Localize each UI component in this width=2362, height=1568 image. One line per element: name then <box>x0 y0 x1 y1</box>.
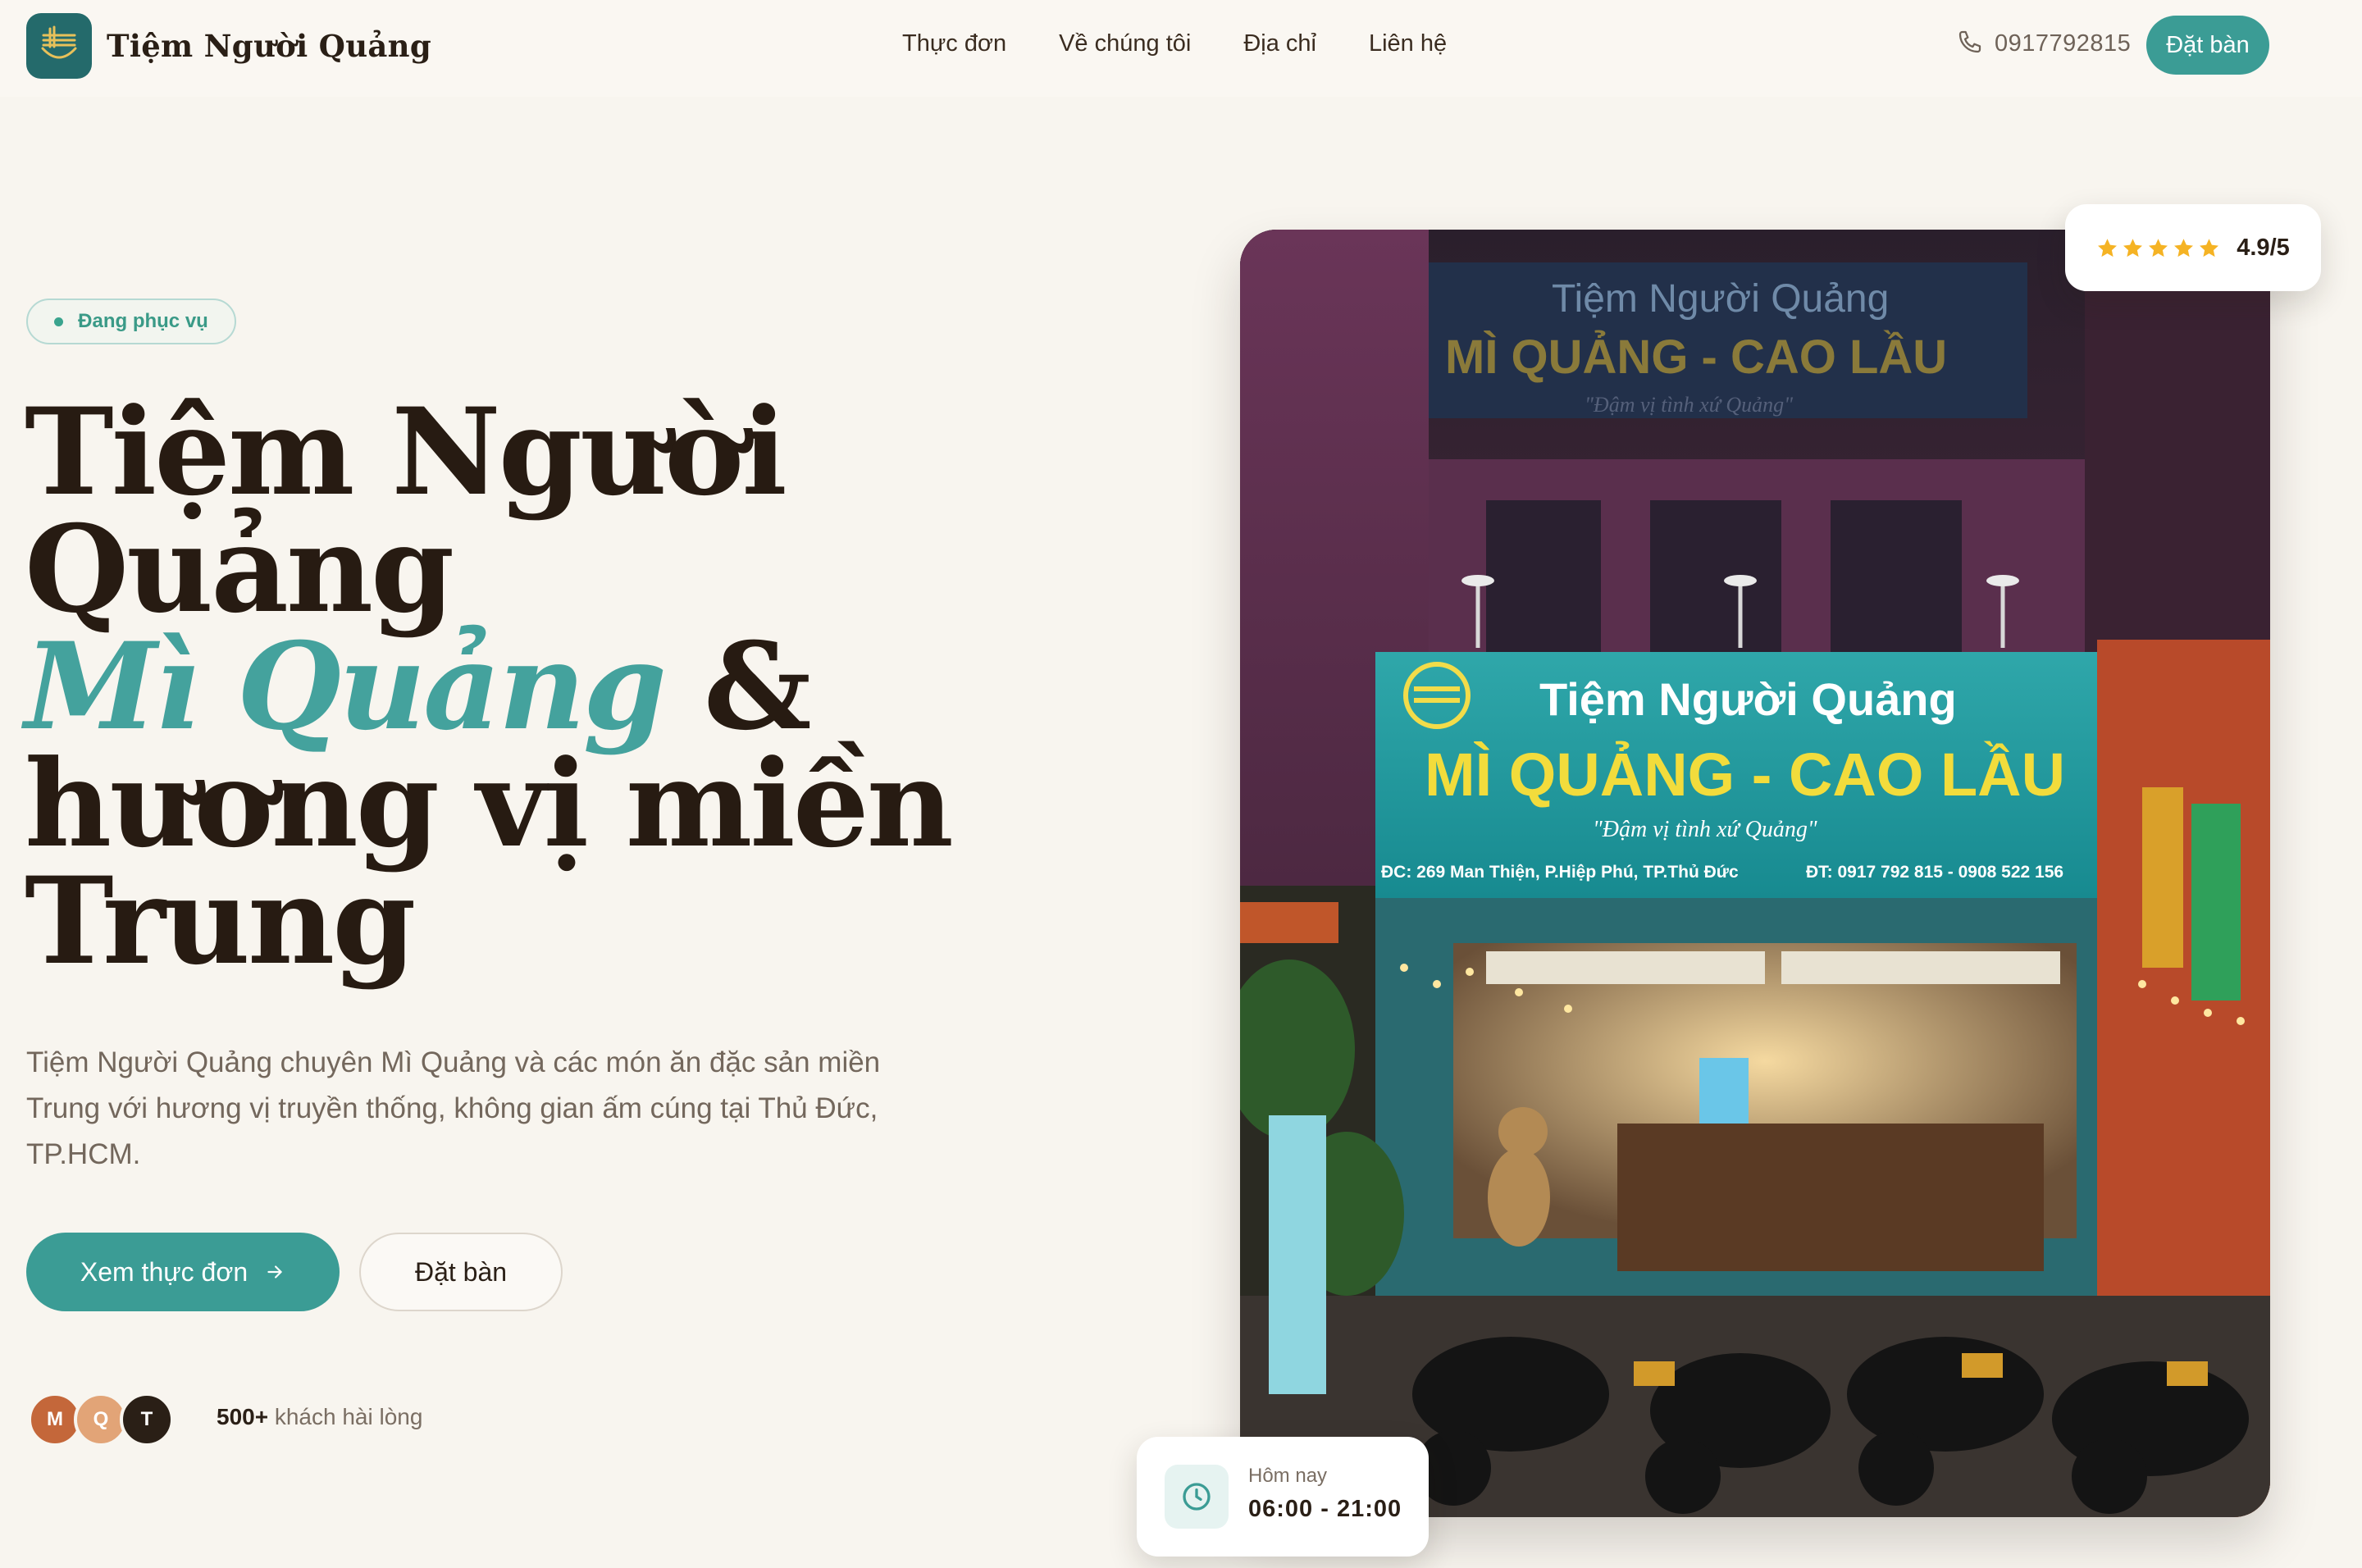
hours-value: 06:00 - 21:00 <box>1248 1496 1402 1522</box>
customer-avatars: M Q T <box>28 1393 174 1447</box>
star-icon <box>2200 238 2219 257</box>
star-icon <box>2123 238 2143 257</box>
top-sign-subtitle: MÌ QUẢNG - CAO LẦU <box>1445 330 1947 384</box>
star-icon <box>2174 238 2194 257</box>
social-proof-count: 500+ <box>217 1404 269 1429</box>
rating-card: 4.9/5 <box>2065 204 2321 291</box>
hero-description: Tiệm Người Quảng chuyên Mì Quảng và các … <box>26 1046 881 1170</box>
storefront-photo: Tiệm Người Quảng MÌ QUẢNG - CAO LẦU "Đậm… <box>1240 230 2270 1517</box>
view-menu-button[interactable]: Xem thực đơn <box>26 1233 340 1311</box>
main-sign-address: ĐC: 269 Man Thiện, P.Hiệp Phú, TP.Thủ Đứ… <box>1381 863 1739 882</box>
hero-title-line-2: Quảng <box>25 499 454 640</box>
menu-item-lien-he[interactable]: Liên hệ <box>1369 30 1447 57</box>
book-table-button[interactable]: Đặt bàn <box>359 1233 563 1311</box>
status-dot-icon <box>54 317 64 326</box>
star-icon <box>2098 238 2118 257</box>
social-proof-text: khách hài lòng <box>268 1404 423 1429</box>
main-sign-title: Tiệm Người Quảng <box>1539 673 1957 725</box>
main-menu: Thực đơn Về chúng tôi Địa chỉ Liên hệ <box>902 30 1499 57</box>
status-badge-label: Đang phục vụ <box>78 310 208 332</box>
arrow-right-icon <box>264 1261 285 1283</box>
rating-stars <box>2096 237 2223 259</box>
brand[interactable]: Tiệm Người Quảng <box>26 13 431 79</box>
hero-title-line-3: Mì Quảng & <box>25 627 1009 747</box>
opening-hours-card: Hôm nay 06:00 - 21:00 <box>1137 1437 1429 1557</box>
phone-number: 0917792815 <box>1995 30 2132 57</box>
book-table-nav-button[interactable]: Đặt bàn <box>2146 16 2269 75</box>
hero-title: Tiệm Người Quảng Mì Quảng & hương vị miề… <box>25 382 1009 991</box>
hero-title-line-4: hương vị miền <box>25 734 954 874</box>
view-menu-button-label: Xem thực đơn <box>80 1256 249 1287</box>
hours-label: Hôm nay <box>1248 1465 1328 1487</box>
bowl-noodle-logo-icon <box>26 13 92 79</box>
rating-value: 4.9/5 <box>2237 234 2290 261</box>
top-sign-title: Tiệm Người Quảng <box>1552 277 1889 321</box>
status-badge: Đang phục vụ <box>26 299 236 344</box>
main-sign-subtitle: MÌ QUẢNG - CAO LẦU <box>1425 741 2065 809</box>
phone-icon <box>1957 29 1983 59</box>
brand-name: Tiệm Người Quảng <box>107 28 432 64</box>
clock-icon <box>1165 1465 1229 1529</box>
storefront-illustration: Tiệm Người Quảng MÌ QUẢNG - CAO LẦU "Đậm… <box>1240 230 2270 1517</box>
main-sign-slogan: "Đậm vị tình xứ Quảng" <box>1593 817 1817 842</box>
avatar: T <box>120 1393 174 1447</box>
menu-item-dia-chi[interactable]: Địa chỉ <box>1243 30 1316 57</box>
social-proof: 500+ khách hài lòng <box>217 1404 422 1430</box>
hero-title-line-1: Tiệm Người <box>25 382 787 522</box>
hero-title-line-5: Trung <box>25 851 416 991</box>
top-sign-slogan: "Đậm vị tình xứ Quảng" <box>1585 393 1793 417</box>
star-icon <box>2149 238 2168 257</box>
menu-item-ve-chung-toi[interactable]: Về chúng tôi <box>1059 30 1191 57</box>
top-navbar: Tiệm Người Quảng Thực đơn Về chúng tôi Đ… <box>0 0 2362 97</box>
menu-item-thuc-don[interactable]: Thực đơn <box>902 30 1006 57</box>
main-sign-phone: ĐT: 0917 792 815 - 0908 522 156 <box>1806 863 2063 882</box>
phone-link[interactable]: 0917792815 <box>1957 29 2131 59</box>
